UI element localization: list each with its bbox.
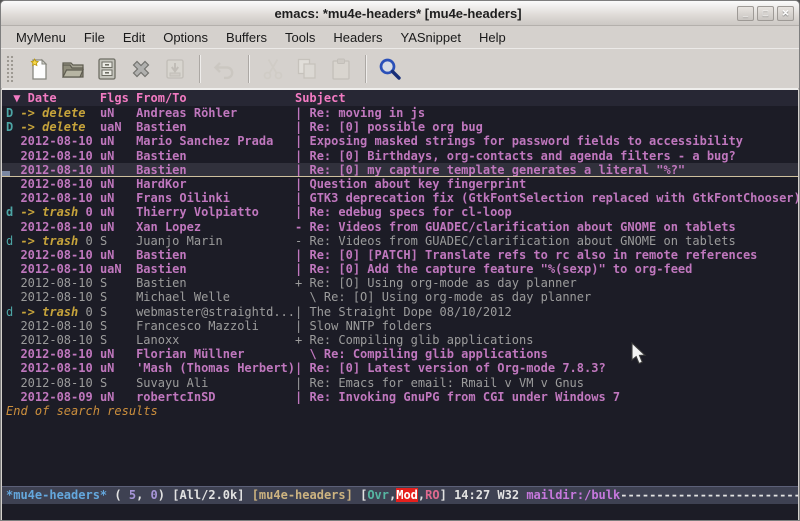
search-icon[interactable] <box>373 53 407 85</box>
message-row[interactable]: 2012-08-10 uN 'Mash (Thomas Herbert)| Re… <box>2 361 798 375</box>
message-row[interactable]: 2012-08-10 uN Bastien | Re: [0] Birthday… <box>2 149 798 163</box>
message-row[interactable]: 2012-08-10 uaN Bastien | Re: [0] Add the… <box>2 262 798 276</box>
message-row[interactable]: 2012-08-10 uN Bastien | Re: [0] [PATCH] … <box>2 248 798 262</box>
headers-column-header[interactable]: ▼ Date Flgs From/To Subject <box>2 90 798 106</box>
message-row[interactable]: 2012-08-10 S Francesco Mazzoli | Slow NN… <box>2 319 798 333</box>
modeline-segment: RO <box>425 488 439 502</box>
modeline-segment: 0 <box>151 488 158 502</box>
save-as-icon <box>158 53 192 85</box>
emacs-window: emacs: *mu4e-headers* [mu4e-headers] _ □… <box>0 0 800 521</box>
modeline-segment: *mu4e-headers* <box>6 488 107 502</box>
message-row[interactable]: 2012-08-10 S Lanoxx + Re: Compiling glib… <box>2 333 798 347</box>
message-row[interactable]: d -> trash 0 S webmaster@straightd...| T… <box>2 305 798 319</box>
modeline-segment: 14:27 W32 <box>454 488 526 502</box>
modeline-segment: , <box>136 488 150 502</box>
menu-bar: MyMenuFileEditOptionsBuffersToolsHeaders… <box>1 26 799 48</box>
modeline-segment: [ <box>353 488 367 502</box>
mode-line: *mu4e-headers* ( 5, 0) [All/2.0k] [mu4e-… <box>2 486 798 504</box>
menu-item-edit[interactable]: Edit <box>114 28 154 47</box>
undo-icon <box>207 53 241 85</box>
message-row[interactable]: 2012-08-10 uN HardKor | Question about k… <box>2 177 798 191</box>
copy-icon <box>290 53 324 85</box>
close-button[interactable]: ✕ <box>777 6 794 21</box>
menu-item-options[interactable]: Options <box>154 28 217 47</box>
menu-item-mymenu[interactable]: MyMenu <box>7 28 75 47</box>
message-row[interactable]: D -> delete uaN Bastien | Re: [0] possib… <box>2 120 798 134</box>
message-list: D -> delete uN Andreas Röhler | Re: movi… <box>2 106 798 404</box>
toolbar-grip-handle[interactable] <box>6 55 14 83</box>
modeline-segment: [mu4e-headers] <box>252 488 353 502</box>
toolbar <box>1 48 799 89</box>
message-row[interactable]: 2012-08-10 S Michael Welle \ Re: [O] Usi… <box>2 290 798 304</box>
message-row[interactable]: 2012-08-10 uN Xan Lopez - Re: Videos fro… <box>2 220 798 234</box>
toolbar-separator <box>365 55 366 83</box>
message-row[interactable]: 2012-08-10 uN Bastien | Re: [0] my captu… <box>2 163 798 177</box>
modeline-segment: ( <box>107 488 129 502</box>
modeline-segment: [All/2.0k] <box>172 488 251 502</box>
menu-item-buffers[interactable]: Buffers <box>217 28 276 47</box>
window-buttons: _ □ ✕ <box>737 6 799 21</box>
title-bar[interactable]: emacs: *mu4e-headers* [mu4e-headers] _ □… <box>1 1 799 26</box>
end-of-search-results: End of search results <box>2 404 798 418</box>
menu-item-tools[interactable]: Tools <box>276 28 324 47</box>
message-row[interactable]: 2012-08-10 uN Florian Müllner \ Re: Comp… <box>2 347 798 361</box>
menu-item-file[interactable]: File <box>75 28 114 47</box>
modeline-segment: Mod <box>396 488 418 502</box>
menu-item-headers[interactable]: Headers <box>324 28 391 47</box>
modeline-segment: ----------------------------------------… <box>620 488 798 502</box>
modeline-segment: Ovr <box>367 488 389 502</box>
message-row[interactable]: 2012-08-10 uN Frans Oilinki | GTK3 depre… <box>2 191 798 205</box>
modeline-segment: 5 <box>129 488 136 502</box>
menu-item-help[interactable]: Help <box>470 28 515 47</box>
menu-item-yasnippet[interactable]: YASnippet <box>391 28 469 47</box>
toolbar-separator <box>199 55 200 83</box>
minimize-button[interactable]: _ <box>737 6 754 21</box>
message-row[interactable]: 2012-08-09 uN robertcInSD | Re: Invoking… <box>2 390 798 404</box>
paste-icon <box>324 53 358 85</box>
window-title: emacs: *mu4e-headers* [mu4e-headers] <box>59 6 737 21</box>
modeline-segment: ) <box>158 488 172 502</box>
maximize-button[interactable]: □ <box>757 6 774 21</box>
echo-area <box>2 504 798 520</box>
close-icon[interactable] <box>124 53 158 85</box>
modeline-segment: ] <box>440 488 454 502</box>
message-row[interactable]: D -> delete uN Andreas Röhler | Re: movi… <box>2 106 798 120</box>
message-row[interactable]: d -> trash 0 S Juanjo Marin - Re: Videos… <box>2 234 798 248</box>
message-row[interactable]: 2012-08-10 S Bastien + Re: [O] Using org… <box>2 276 798 290</box>
new-file-icon[interactable] <box>22 53 56 85</box>
save-icon[interactable] <box>90 53 124 85</box>
current-line-fringe-indicator <box>2 171 10 176</box>
message-row[interactable]: 2012-08-10 S Suvayu Ali | Re: Emacs for … <box>2 376 798 390</box>
message-row[interactable]: d -> trash 0 uN Thierry Volpiatto | Re: … <box>2 205 798 219</box>
open-folder-icon[interactable] <box>56 53 90 85</box>
toolbar-separator <box>248 55 249 83</box>
message-row[interactable]: 2012-08-10 uN Mario Sanchez Prada | Expo… <box>2 134 798 148</box>
cut-icon <box>256 53 290 85</box>
modeline-segment: maildir:/bulk <box>526 488 620 502</box>
mu4e-headers-buffer: ▼ Date Flgs From/To Subject D -> delete … <box>2 88 798 520</box>
buffer-empty-area <box>2 418 798 486</box>
